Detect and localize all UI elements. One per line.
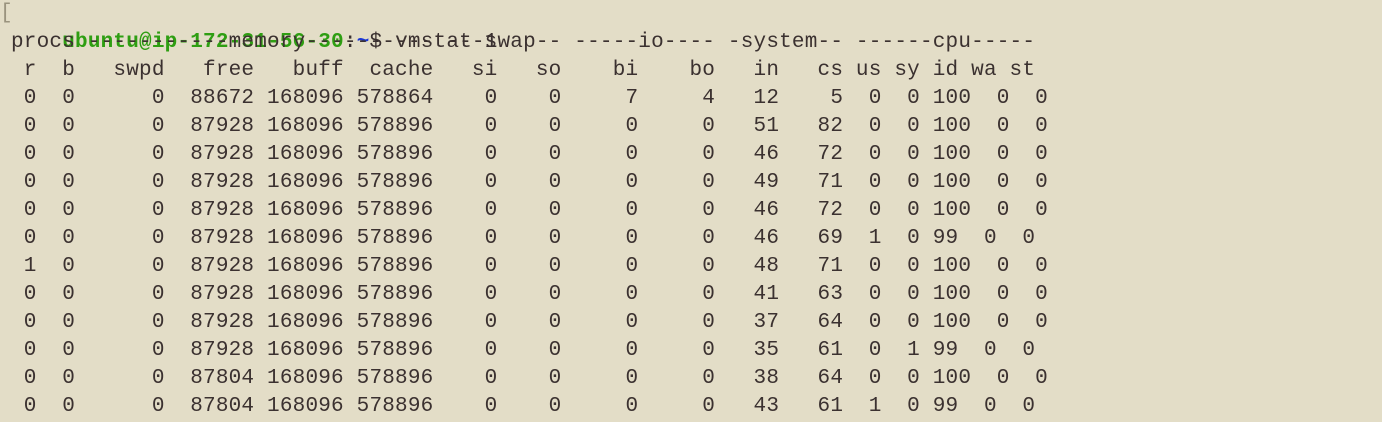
vmstat-row: 0 0 0 87928 168096 578896 0 0 0 0 41 63 …	[11, 283, 1048, 306]
vmstat-row: 0 0 0 87928 168096 578896 0 0 0 0 35 61 …	[11, 339, 1036, 362]
vmstat-row: 0 0 0 87928 168096 578896 0 0 0 0 46 72 …	[11, 199, 1048, 222]
vmstat-row: 0 0 0 87928 168096 578896 0 0 0 0 49 71 …	[11, 171, 1048, 194]
vmstat-row: 0 0 0 87804 168096 578896 0 0 0 0 38 64 …	[11, 367, 1048, 390]
vmstat-row: 0 0 0 87804 168096 578896 0 0 0 0 43 61 …	[11, 395, 1036, 418]
vmstat-row: 0 0 0 87928 168096 578896 0 0 0 0 37 64 …	[11, 311, 1048, 334]
vmstat-row: 0 0 0 87928 168096 578896 0 0 0 0 46 69 …	[11, 227, 1036, 250]
prompt-line: ubuntu@ip-172-31-56-30:~$ vmstat 1	[11, 1, 498, 54]
vmstat-row: 0 0 0 87928 168096 578896 0 0 0 0 51 82 …	[11, 115, 1048, 138]
vmstat-column-header: r b swpd free buff cache si so bi bo in …	[11, 59, 1036, 82]
vmstat-row: 0 0 0 88672 168096 578864 0 0 7 4 12 5 0…	[11, 87, 1048, 110]
terminal-window[interactable]: [ ubuntu@ip-172-31-56-30:~$ vmstat 1 pro…	[0, 0, 1382, 422]
vmstat-row: 1 0 0 87928 168096 578896 0 0 0 0 48 71 …	[11, 255, 1048, 278]
vmstat-row: 0 0 0 87928 168096 578896 0 0 0 0 46 72 …	[11, 143, 1048, 166]
vmstat-group-header: procs -----------memory---------- ---swa…	[11, 31, 1036, 54]
